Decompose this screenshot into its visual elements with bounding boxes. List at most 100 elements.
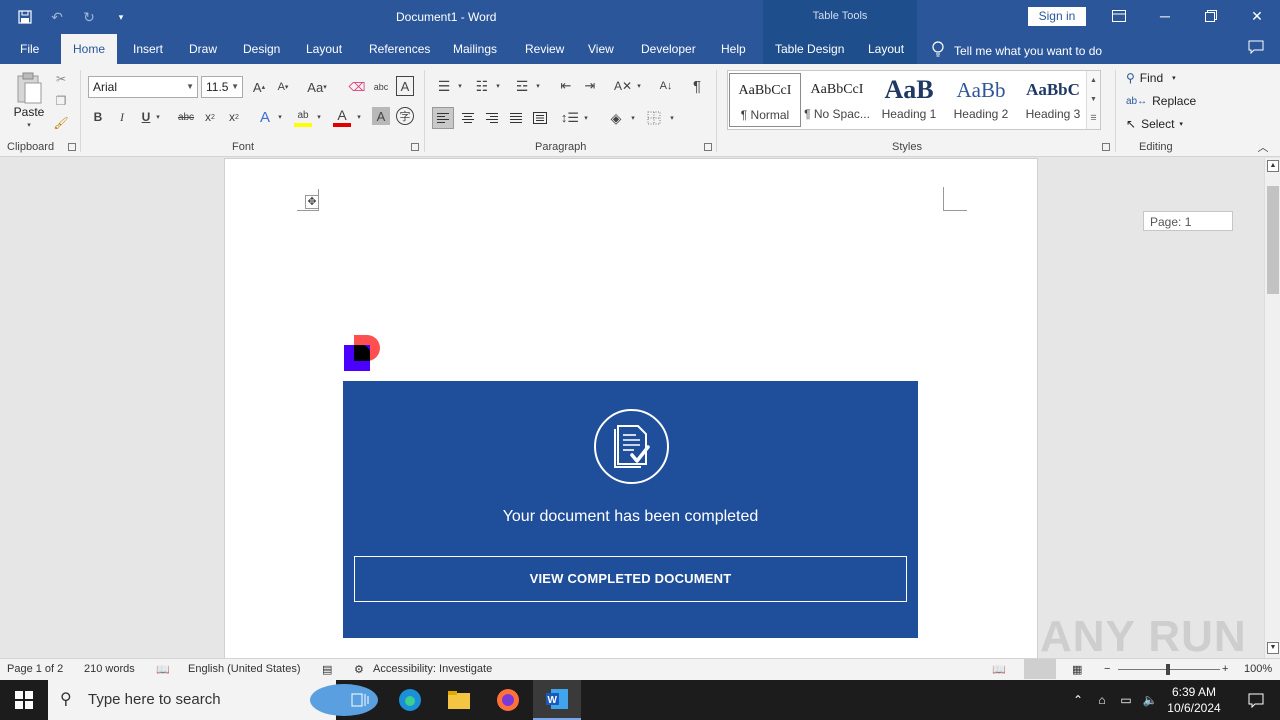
- chevron-down-icon[interactable]: ▾: [314, 107, 324, 127]
- underline-icon[interactable]: U: [138, 107, 154, 127]
- proofing-icon[interactable]: 📖: [156, 663, 170, 676]
- network-icon[interactable]: ⌂: [1090, 680, 1114, 720]
- styles-launcher-icon[interactable]: [1102, 143, 1110, 151]
- grow-font-icon[interactable]: A ▴: [250, 77, 268, 97]
- tab-draw[interactable]: Draw: [189, 42, 217, 56]
- system-clock[interactable]: 6:39 AM 10/6/2024: [1166, 684, 1222, 716]
- scroll-down-icon[interactable]: ▼: [1087, 90, 1100, 109]
- chevron-down-icon[interactable]: ▾: [354, 107, 364, 127]
- restore-icon[interactable]: [1188, 0, 1234, 32]
- undo-icon[interactable]: ↶: [46, 6, 68, 28]
- table-move-handle-icon[interactable]: ✥: [305, 195, 319, 209]
- shrink-font-icon[interactable]: A ▾: [274, 77, 292, 97]
- chevron-down-icon[interactable]: ▾: [581, 107, 591, 129]
- chevron-down-icon[interactable]: ▾: [153, 107, 163, 127]
- task-view-icon[interactable]: [336, 680, 384, 720]
- accessibility-icon[interactable]: ⚙: [354, 663, 364, 676]
- shading-icon[interactable]: ◈: [606, 107, 626, 129]
- paste-dropdown-icon[interactable]: ▾: [24, 120, 34, 130]
- italic-icon[interactable]: I: [114, 107, 130, 127]
- scroll-up-icon[interactable]: ▲: [1267, 160, 1279, 172]
- chevron-down-icon[interactable]: ▾: [533, 76, 543, 96]
- file-explorer-icon[interactable]: [435, 680, 483, 720]
- multilevel-list-icon[interactable]: ☲: [512, 76, 532, 96]
- chevron-down-icon[interactable]: ▾: [628, 107, 638, 129]
- tab-mailings[interactable]: Mailings: [453, 42, 497, 56]
- cut-icon[interactable]: ✂: [52, 70, 70, 88]
- font-color-icon[interactable]: A: [333, 107, 351, 127]
- character-border-icon[interactable]: A: [396, 76, 414, 96]
- enclose-characters-icon[interactable]: 字: [396, 107, 414, 125]
- bold-icon[interactable]: B: [90, 107, 106, 127]
- firefox-icon[interactable]: [484, 680, 532, 720]
- paragraph-launcher-icon[interactable]: [704, 143, 712, 151]
- collapse-ribbon-icon[interactable]: ︿: [1256, 140, 1270, 154]
- close-icon[interactable]: ✕: [1234, 0, 1280, 32]
- tab-insert[interactable]: Insert: [133, 42, 163, 56]
- chevron-down-icon[interactable]: ▾: [493, 76, 503, 96]
- strikethrough-icon[interactable]: abc: [176, 107, 196, 127]
- font-size-box[interactable]: 11.5 ▼: [201, 76, 243, 98]
- line-spacing-icon[interactable]: ↕☰: [560, 107, 580, 129]
- read-mode-icon[interactable]: 📖: [992, 663, 1006, 676]
- clipboard-launcher-icon[interactable]: [68, 143, 76, 151]
- align-center-icon[interactable]: [458, 107, 478, 129]
- style-normal[interactable]: AaBbCcI ¶ Normal: [729, 73, 801, 127]
- windows-start-icon[interactable]: [0, 680, 48, 720]
- chevron-down-icon[interactable]: ▾: [667, 107, 677, 129]
- style-no-spacing[interactable]: AaBbCcI ¶ No Spac...: [801, 73, 873, 127]
- highlight-icon[interactable]: ab: [294, 107, 312, 127]
- zoom-slider-thumb[interactable]: [1166, 664, 1170, 675]
- save-icon[interactable]: [14, 6, 36, 28]
- view-completed-document-button[interactable]: VIEW COMPLETED DOCUMENT: [354, 556, 907, 602]
- redo-icon[interactable]: ↻: [78, 6, 100, 28]
- change-case-icon[interactable]: Aa ▾: [302, 77, 332, 97]
- tab-view[interactable]: View: [588, 42, 614, 56]
- align-right-icon[interactable]: [482, 107, 502, 129]
- tab-table-layout[interactable]: Layout: [868, 42, 904, 56]
- vertical-scrollbar[interactable]: ▲ ▼: [1264, 158, 1280, 658]
- chevron-down-icon[interactable]: ▾: [634, 76, 644, 96]
- style-heading-3[interactable]: AaBbC Heading 3: [1017, 73, 1089, 127]
- tell-me-box[interactable]: Tell me what you want to do: [932, 41, 1102, 60]
- numbering-icon[interactable]: ☷: [472, 76, 492, 96]
- chevron-down-icon[interactable]: ▾: [455, 76, 465, 96]
- font-launcher-icon[interactable]: [411, 143, 419, 151]
- text-effects-icon[interactable]: A: [256, 107, 274, 127]
- zoom-out-icon[interactable]: −: [1104, 663, 1110, 675]
- word-icon[interactable]: W: [533, 680, 581, 720]
- tab-file[interactable]: File: [20, 42, 39, 56]
- tab-design[interactable]: Design: [243, 42, 280, 56]
- tab-table-design[interactable]: Table Design: [775, 42, 844, 56]
- minimize-icon[interactable]: ─: [1142, 0, 1188, 32]
- tab-references[interactable]: References: [369, 42, 430, 56]
- ribbon-display-options-icon[interactable]: [1096, 0, 1142, 32]
- tab-layout[interactable]: Layout: [306, 42, 342, 56]
- paste-icon[interactable]: [14, 70, 44, 106]
- accessibility-status[interactable]: Accessibility: Investigate: [373, 663, 492, 675]
- copy-icon[interactable]: ❐: [52, 92, 70, 110]
- taskbar-search-box[interactable]: ⚲ Type here to search: [48, 680, 378, 720]
- character-shading-icon[interactable]: A: [372, 107, 390, 125]
- show-formatting-marks-icon[interactable]: ¶: [688, 76, 706, 96]
- customize-qat-icon[interactable]: ▾: [110, 6, 132, 28]
- language-indicator[interactable]: English (United States): [188, 663, 301, 675]
- distributed-icon[interactable]: [530, 107, 550, 129]
- tab-home[interactable]: Home: [61, 34, 118, 64]
- volume-icon[interactable]: 🔈: [1138, 680, 1162, 720]
- style-heading-2[interactable]: AaBb Heading 2: [945, 73, 1017, 127]
- web-layout-icon[interactable]: ▦: [1072, 663, 1082, 676]
- borders-icon[interactable]: [644, 107, 664, 129]
- scroll-thumb[interactable]: [1267, 186, 1279, 294]
- superscript-icon[interactable]: x2: [225, 107, 243, 127]
- justify-icon[interactable]: [506, 107, 526, 129]
- select-button[interactable]: ↖ Select ▾: [1126, 117, 1183, 131]
- word-count[interactable]: 210 words: [84, 663, 135, 675]
- page-count[interactable]: Page 1 of 2: [7, 663, 63, 675]
- tab-help[interactable]: Help: [721, 42, 746, 56]
- edge-icon[interactable]: [386, 680, 434, 720]
- paste-button-label[interactable]: Paste: [8, 104, 50, 120]
- increase-indent-icon[interactable]: ⇥: [580, 76, 600, 96]
- find-button[interactable]: ⚲ Find ▾: [1126, 71, 1176, 85]
- zoom-level[interactable]: 100%: [1244, 663, 1272, 675]
